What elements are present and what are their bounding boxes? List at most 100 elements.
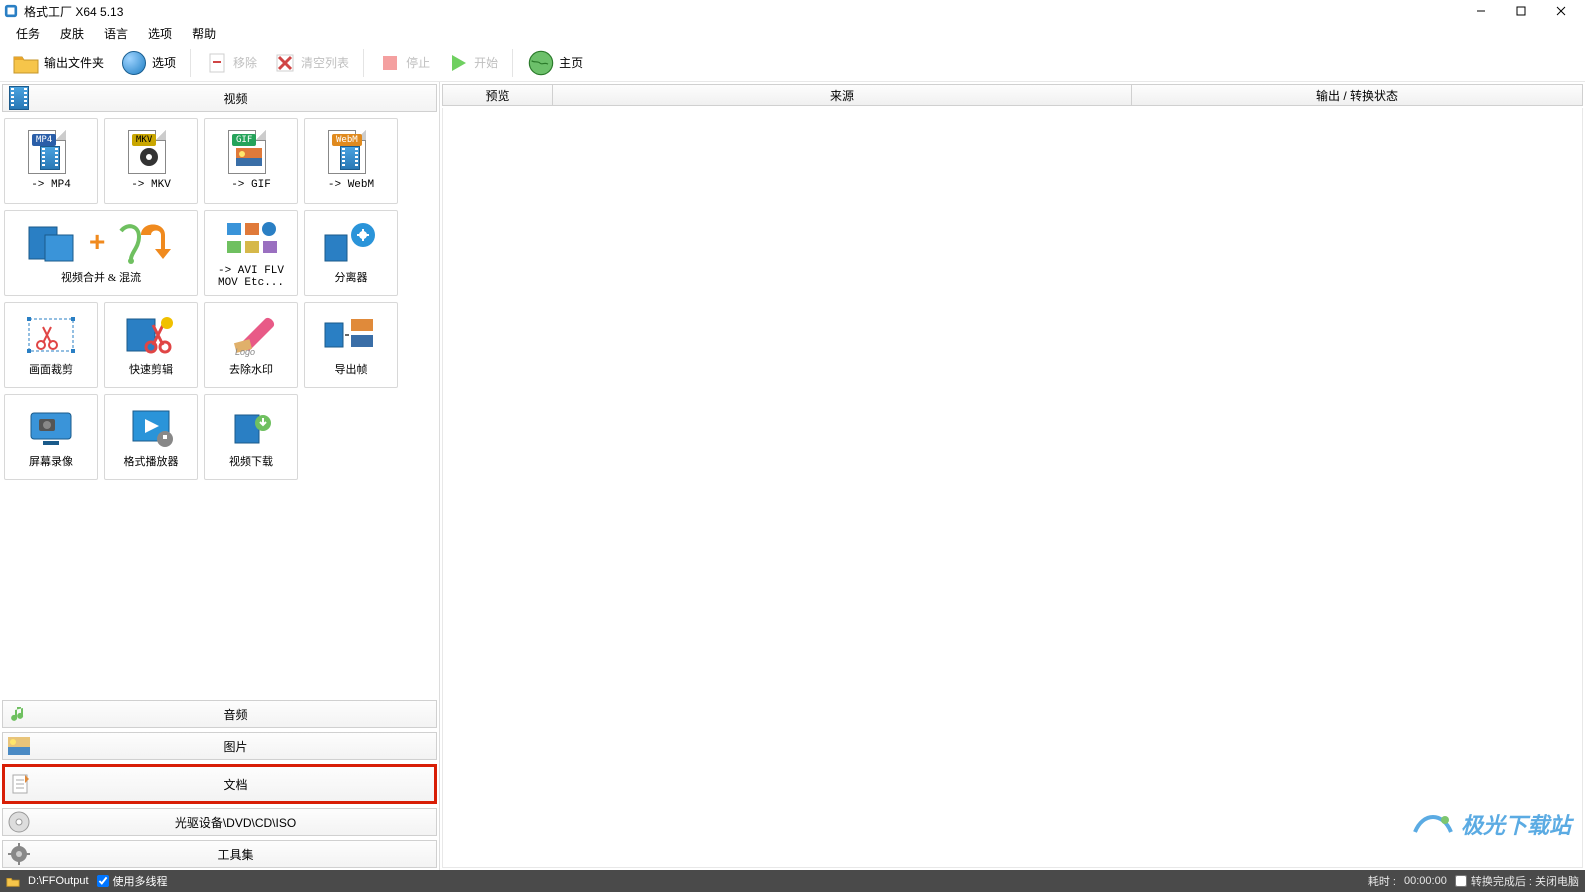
category-tools-label: 工具集 (35, 846, 436, 863)
category-image[interactable]: 图片 (2, 732, 437, 760)
maximize-button[interactable] (1501, 0, 1541, 22)
clear-label: 清空列表 (301, 54, 349, 71)
picture-icon (7, 734, 31, 758)
tile-quick-clip[interactable]: 快速剪辑 (104, 302, 198, 388)
separator (512, 49, 513, 77)
tile-label: 格式播放器 (124, 453, 179, 469)
task-table-body[interactable] (442, 108, 1583, 868)
svg-text:Logo: Logo (235, 347, 255, 357)
category-video-label: 视频 (35, 90, 436, 107)
tile-format-player[interactable]: 格式播放器 (104, 394, 198, 480)
tile-splitter[interactable]: 分离器 (304, 210, 398, 296)
tile-label: 视频合并 & 混流 (61, 269, 141, 285)
after-complete-toggle[interactable]: 转换完成后 : 关闭电脑 (1455, 873, 1579, 889)
gear-icon (7, 842, 31, 866)
document-icon (9, 772, 33, 796)
category-optical[interactable]: 光驱设备\DVD\CD\ISO (2, 808, 437, 836)
menu-help[interactable]: 帮助 (182, 25, 226, 42)
output-folder-button[interactable]: 输出文件夹 (6, 47, 110, 79)
tile-merge-mux[interactable]: + 视频合并 & 混流 (4, 210, 198, 296)
note-icon (7, 702, 31, 726)
options-button[interactable]: 选项 (114, 47, 182, 79)
tile-label: 快速剪辑 (129, 361, 173, 377)
options-icon (120, 49, 148, 77)
app-icon (4, 4, 18, 18)
separator (190, 49, 191, 77)
home-button[interactable]: 主页 (521, 47, 589, 79)
tile-label: -> WebM (328, 179, 374, 191)
tile-label: -> MP4 (31, 179, 71, 191)
tile-screen-record[interactable]: 屏幕录像 (4, 394, 98, 480)
remove-icon (205, 51, 229, 75)
folder-small-icon (6, 874, 20, 888)
video-tiles: MP4 -> MP4 MKV -> MKV GIF -> GIF WebM ->… (0, 114, 439, 698)
tile-crop[interactable]: 画面裁剪 (4, 302, 98, 388)
tile-to-gif[interactable]: GIF -> GIF (204, 118, 298, 204)
close-button[interactable] (1541, 0, 1581, 22)
menu-task[interactable]: 任务 (6, 25, 50, 42)
multithread-checkbox[interactable] (97, 875, 109, 887)
tile-label: -> GIF (231, 179, 271, 191)
tile-label: 导出帧 (335, 361, 368, 377)
play-icon (446, 51, 470, 75)
status-bar: D:\FFOutput 使用多线程 耗时 : 00:00:00 转换完成后 : … (0, 870, 1585, 892)
remove-button[interactable]: 移除 (199, 49, 263, 77)
col-preview[interactable]: 预览 (443, 85, 553, 105)
output-folder-label: 输出文件夹 (44, 54, 104, 71)
svg-text:+: + (89, 226, 105, 257)
col-source[interactable]: 来源 (553, 85, 1132, 105)
category-audio[interactable]: 音频 (2, 700, 437, 728)
multithread-label: 使用多线程 (113, 873, 168, 889)
stop-label: 停止 (406, 54, 430, 71)
disc-icon (7, 810, 31, 834)
tile-to-mkv[interactable]: MKV -> MKV (104, 118, 198, 204)
menu-option[interactable]: 选项 (138, 25, 182, 42)
stop-icon (378, 51, 402, 75)
tile-label: -> MKV (131, 179, 171, 191)
tile-label: 去除水印 (229, 361, 273, 377)
elapsed-label: 耗时 : (1368, 873, 1396, 889)
after-complete-checkbox[interactable] (1455, 875, 1467, 887)
output-path[interactable]: D:\FFOutput (28, 875, 89, 887)
category-image-label: 图片 (35, 738, 436, 755)
category-optical-label: 光驱设备\DVD\CD\ISO (35, 814, 436, 831)
menu-language[interactable]: 语言 (94, 25, 138, 42)
tile-label: 画面裁剪 (29, 361, 73, 377)
tile-label: 分离器 (335, 269, 368, 285)
left-pane: 视频 MP4 -> MP4 MKV -> MKV GIF -> GIF WebM (0, 82, 440, 870)
category-document-label: 文档 (37, 776, 434, 793)
menu-skin[interactable]: 皮肤 (50, 25, 94, 42)
category-tools[interactable]: 工具集 (2, 840, 437, 868)
separator (363, 49, 364, 77)
category-video[interactable]: 视频 (2, 84, 437, 112)
col-output[interactable]: 输出 / 转换状态 (1132, 85, 1582, 105)
start-button[interactable]: 开始 (440, 49, 504, 77)
folder-icon (12, 49, 40, 77)
elapsed-value: 00:00:00 (1404, 875, 1447, 887)
start-label: 开始 (474, 54, 498, 71)
clear-list-button[interactable]: 清空列表 (267, 49, 355, 77)
tile-video-download[interactable]: 视频下载 (204, 394, 298, 480)
tile-to-webm[interactable]: WebM -> WebM (304, 118, 398, 204)
remove-label: 移除 (233, 54, 257, 71)
tile-to-avi-etc[interactable]: -> AVI FLV MOV Etc... (204, 210, 298, 296)
globe-icon (527, 49, 555, 77)
tile-label: 视频下载 (229, 453, 273, 469)
toolbar: 输出文件夹 选项 移除 清空列表 停止 开始 主页 (0, 44, 1585, 82)
tile-export-frame[interactable]: 导出帧 (304, 302, 398, 388)
after-complete-label: 转换完成后 : 关闭电脑 (1471, 873, 1579, 889)
category-audio-label: 音频 (35, 706, 436, 723)
task-table-header: 预览 来源 输出 / 转换状态 (442, 84, 1583, 106)
tile-remove-watermark[interactable]: Logo 去除水印 (204, 302, 298, 388)
right-pane: 预览 来源 输出 / 转换状态 极光下载站 (440, 82, 1585, 870)
multithread-toggle[interactable]: 使用多线程 (97, 873, 168, 889)
main-area: 视频 MP4 -> MP4 MKV -> MKV GIF -> GIF WebM (0, 82, 1585, 870)
window-title: 格式工厂 X64 5.13 (24, 3, 123, 20)
home-label: 主页 (559, 54, 583, 71)
tile-label: -> AVI FLV MOV Etc... (218, 265, 284, 289)
stop-button[interactable]: 停止 (372, 49, 436, 77)
tile-to-mp4[interactable]: MP4 -> MP4 (4, 118, 98, 204)
minimize-button[interactable] (1461, 0, 1501, 22)
category-document[interactable]: 文档 (2, 764, 437, 804)
title-bar: 格式工厂 X64 5.13 (0, 0, 1585, 22)
